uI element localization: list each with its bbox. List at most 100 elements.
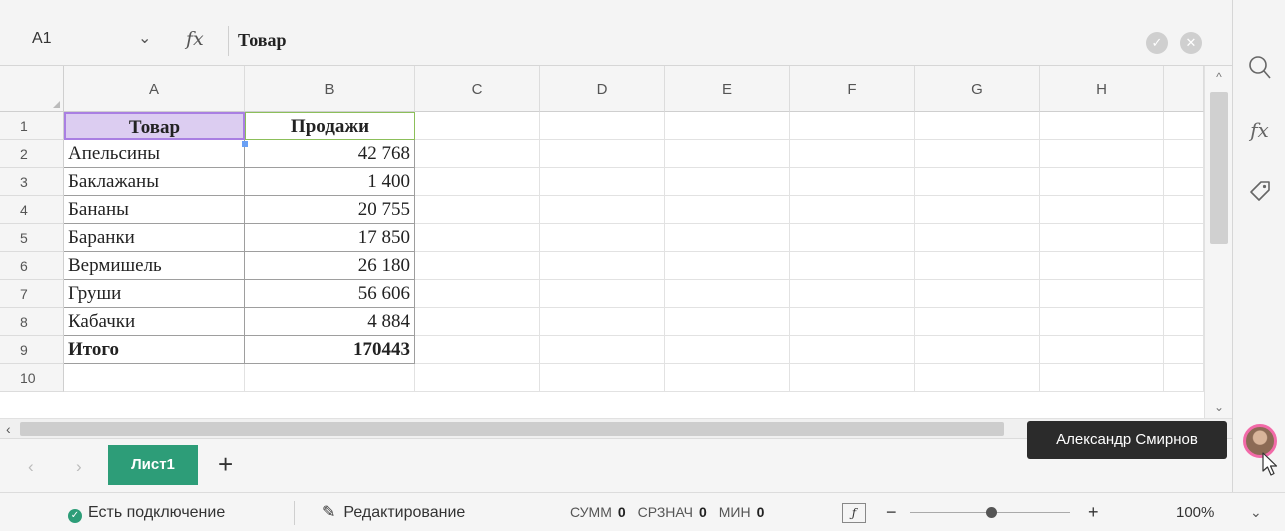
- cell[interactable]: [665, 336, 790, 364]
- cell-sales[interactable]: 56 606: [245, 280, 415, 308]
- cell[interactable]: [790, 252, 915, 280]
- search-icon[interactable]: [1233, 54, 1285, 85]
- cell[interactable]: [540, 336, 665, 364]
- cell[interactable]: [790, 112, 915, 140]
- confirm-icon[interactable]: ✓: [1146, 32, 1168, 54]
- cell[interactable]: [915, 364, 1040, 392]
- column-header[interactable]: A: [64, 66, 245, 112]
- selection-handle[interactable]: [242, 141, 248, 147]
- cell[interactable]: [1164, 364, 1204, 392]
- scroll-up-icon[interactable]: ^: [1205, 70, 1233, 84]
- cell-product[interactable]: Вермишель: [64, 252, 245, 280]
- cell[interactable]: [665, 252, 790, 280]
- cell-product[interactable]: Апельсины: [64, 140, 245, 168]
- tag-icon[interactable]: [1233, 178, 1285, 209]
- cell[interactable]: [540, 280, 665, 308]
- cell-sales[interactable]: 1 400: [245, 168, 415, 196]
- cell[interactable]: [1040, 308, 1164, 336]
- cell[interactable]: [915, 140, 1040, 168]
- select-all-corner[interactable]: [0, 66, 64, 112]
- row-header[interactable]: 9: [0, 336, 64, 364]
- cell-sales[interactable]: 20 755: [245, 196, 415, 224]
- cell[interactable]: [1164, 280, 1204, 308]
- cell[interactable]: [1040, 168, 1164, 196]
- cell[interactable]: [540, 252, 665, 280]
- scroll-left-icon[interactable]: ‹: [6, 419, 11, 439]
- cell[interactable]: [915, 280, 1040, 308]
- cell[interactable]: [1164, 224, 1204, 252]
- name-box-dropdown-icon[interactable]: ⌄: [138, 28, 151, 48]
- cell[interactable]: [540, 224, 665, 252]
- column-header[interactable]: C: [415, 66, 540, 112]
- cell[interactable]: [665, 112, 790, 140]
- cell[interactable]: [665, 196, 790, 224]
- cell[interactable]: [790, 196, 915, 224]
- cancel-icon[interactable]: ✕: [1180, 32, 1202, 54]
- column-header[interactable]: E: [665, 66, 790, 112]
- cell[interactable]: [665, 224, 790, 252]
- prev-sheet-icon[interactable]: ‹: [28, 457, 34, 477]
- row-header[interactable]: 8: [0, 308, 64, 336]
- recalculate-icon[interactable]: ƒ: [842, 503, 866, 523]
- cell[interactable]: [915, 308, 1040, 336]
- sheet-tab-active[interactable]: Лист1: [108, 445, 198, 485]
- cell[interactable]: [1040, 112, 1164, 140]
- cell-total-label[interactable]: Итого: [64, 336, 245, 364]
- cell[interactable]: [1164, 308, 1204, 336]
- cell[interactable]: [415, 252, 540, 280]
- horizontal-scroll-thumb[interactable]: [20, 422, 1004, 436]
- row-header[interactable]: 4: [0, 196, 64, 224]
- row-header[interactable]: 3: [0, 168, 64, 196]
- cell[interactable]: [415, 308, 540, 336]
- cell-total-value[interactable]: 170443: [245, 336, 415, 364]
- cell[interactable]: [1164, 140, 1204, 168]
- cell[interactable]: [540, 168, 665, 196]
- zoom-in-button[interactable]: +: [1088, 493, 1099, 531]
- column-header[interactable]: H: [1040, 66, 1164, 112]
- cell[interactable]: [790, 224, 915, 252]
- cell[interactable]: [915, 252, 1040, 280]
- row-header[interactable]: 10: [0, 364, 64, 392]
- cell[interactable]: [1040, 196, 1164, 224]
- cell[interactable]: [790, 308, 915, 336]
- cell[interactable]: [64, 364, 245, 392]
- row-header[interactable]: 1: [0, 112, 64, 140]
- formula-input[interactable]: Товар: [238, 30, 286, 51]
- function-panel-icon[interactable]: fx: [1233, 118, 1285, 142]
- cell[interactable]: [665, 140, 790, 168]
- cell[interactable]: [415, 168, 540, 196]
- cell[interactable]: [1164, 252, 1204, 280]
- cell[interactable]: [415, 112, 540, 140]
- cell[interactable]: [665, 364, 790, 392]
- row-header[interactable]: 2: [0, 140, 64, 168]
- cell[interactable]: [540, 112, 665, 140]
- cell-sales[interactable]: 17 850: [245, 224, 415, 252]
- add-sheet-button[interactable]: +: [218, 449, 233, 480]
- cell[interactable]: [245, 364, 415, 392]
- cell-header[interactable]: Продажи: [245, 112, 415, 140]
- cell[interactable]: [1040, 280, 1164, 308]
- cell[interactable]: [1164, 336, 1204, 364]
- cell[interactable]: [1040, 224, 1164, 252]
- cell[interactable]: [415, 280, 540, 308]
- cell[interactable]: [790, 280, 915, 308]
- cell[interactable]: [915, 224, 1040, 252]
- cell-sales[interactable]: 4 884: [245, 308, 415, 336]
- zoom-level[interactable]: 100%: [1176, 493, 1214, 531]
- cell-sales[interactable]: 42 768: [245, 140, 415, 168]
- cell[interactable]: [790, 168, 915, 196]
- cell[interactable]: [415, 336, 540, 364]
- cell[interactable]: [1164, 112, 1204, 140]
- row-header[interactable]: 7: [0, 280, 64, 308]
- cell[interactable]: [915, 112, 1040, 140]
- column-header[interactable]: F: [790, 66, 915, 112]
- cell[interactable]: [665, 308, 790, 336]
- cell[interactable]: [1164, 168, 1204, 196]
- zoom-slider-handle[interactable]: [986, 507, 997, 518]
- cell[interactable]: [1040, 364, 1164, 392]
- cell-product[interactable]: Груши: [64, 280, 245, 308]
- cell[interactable]: [790, 364, 915, 392]
- cell-product[interactable]: Баранки: [64, 224, 245, 252]
- cell[interactable]: [415, 140, 540, 168]
- cell-product[interactable]: Кабачки: [64, 308, 245, 336]
